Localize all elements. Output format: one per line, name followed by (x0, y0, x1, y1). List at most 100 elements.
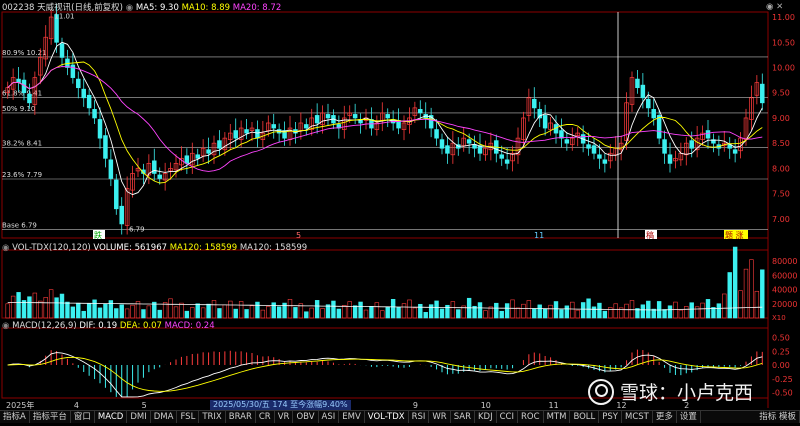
tab-6[interactable]: FSL (177, 411, 200, 423)
volume-bar (43, 297, 48, 319)
stock-chart[interactable]: 7.00 7.50 8.00 8.50 9.00 9.50 10.00 10.50 11.00 8… (0, 0, 800, 422)
candle-body (472, 144, 477, 149)
price-tick: 9.00 (772, 114, 790, 123)
volume-bar (477, 302, 483, 319)
price-tick: 10.00 (772, 64, 795, 73)
volume-bar (418, 303, 423, 319)
volume-bar (722, 293, 727, 319)
vol-tick: 60000 (772, 271, 797, 280)
volume-bar (694, 306, 700, 319)
candle-body (504, 159, 510, 164)
vol-tick: 80000 (772, 257, 797, 266)
volume-bar (276, 306, 282, 319)
volume-bar (287, 299, 293, 319)
candle-body (662, 139, 667, 154)
volume-bar (217, 308, 222, 319)
tab-14[interactable]: VOL-TDX (365, 411, 409, 423)
tab-4[interactable]: DMI (127, 411, 151, 423)
tab-26[interactable]: 设置 (677, 411, 701, 423)
candle-body (591, 145, 597, 154)
volume-bar (488, 306, 494, 319)
settings-icon[interactable]: ◉ (766, 2, 773, 12)
tab-18[interactable]: KDJ (475, 411, 497, 423)
candle-body (434, 129, 439, 139)
volume-bar (629, 300, 635, 319)
volume-bar (380, 310, 385, 319)
volume-bar (754, 290, 760, 319)
volume-bar (114, 308, 119, 319)
tab-10[interactable]: VR (275, 411, 294, 423)
volume-bar (86, 303, 92, 319)
tab-3[interactable]: MACD (95, 411, 128, 423)
tab-17[interactable]: SAR (451, 411, 475, 423)
volume-bar (16, 292, 21, 319)
x-axis-label: 5 (142, 401, 147, 410)
tab-16[interactable]: WR (429, 411, 451, 423)
tab-8[interactable]: BRAR (226, 411, 256, 423)
volume-bar (342, 305, 347, 319)
volume-bar (38, 300, 43, 319)
macd-tick: -0.50 (772, 389, 793, 398)
volume-bar (553, 301, 559, 319)
volume-bar (314, 300, 320, 319)
volume-bar (10, 295, 16, 319)
template-button[interactable]: 指标 模板 (756, 411, 800, 423)
volume-bar (711, 307, 716, 319)
volume-bar (586, 298, 591, 319)
tab-1[interactable]: 指标平台 (30, 411, 71, 423)
tab-9[interactable]: CR (256, 411, 275, 423)
vol-ma120-a: MA120: 158599 (169, 243, 238, 253)
volume-bar (244, 309, 249, 319)
candle-body (157, 174, 162, 179)
volume-bar (103, 303, 108, 319)
volume-bar (450, 301, 456, 319)
candle-body (108, 159, 114, 179)
macd-tick: -0.25 (772, 375, 793, 384)
tab-5[interactable]: DMA (151, 411, 178, 423)
tab-11[interactable]: OBV (293, 411, 319, 423)
tab-7[interactable]: TRIX (199, 411, 226, 423)
candle-body (635, 78, 640, 89)
candle-body (76, 78, 81, 89)
tab-15[interactable]: RSI (409, 411, 430, 423)
x-axis-label: 2025年 (6, 400, 34, 410)
tab-25[interactable]: 更多 (653, 411, 677, 423)
fib-label: 23.6% 7.79 (2, 171, 42, 179)
tab-24[interactable]: MCST (622, 411, 653, 423)
candle-body (385, 114, 390, 119)
tab-21[interactable]: MTM (544, 411, 571, 423)
candle-body (352, 114, 358, 119)
tab-12[interactable]: ASI (319, 411, 340, 423)
candle-body (325, 114, 331, 119)
candle-body (97, 119, 103, 139)
vol-unit: X10 (772, 314, 786, 322)
vol-value: VOLUME: 561967 (93, 243, 168, 253)
volume-bar (651, 308, 656, 319)
price-header: 002238 天威视讯(日线,前复权) ◉ MA5: 9.30 MA10: 8.… (2, 3, 282, 13)
volume-bar (336, 308, 342, 319)
volume-bar (673, 301, 678, 319)
volume-bar (624, 303, 629, 319)
volume-bar (249, 305, 255, 319)
tab-20[interactable]: ROC (518, 411, 544, 423)
volume-bar (575, 309, 580, 319)
tab-19[interactable]: CCI (497, 411, 519, 423)
vol-ma120-b: MA120: 158599 (239, 243, 308, 253)
ma5-line (7, 41, 763, 196)
window-controls[interactable]: ◉ ✕ (766, 2, 783, 12)
tab-0[interactable]: 指标A (0, 411, 30, 423)
event-marker: 11 (534, 231, 544, 240)
volume-bar (260, 309, 266, 319)
tab-13[interactable]: EMV (339, 411, 365, 423)
volume-bar (732, 246, 738, 319)
close-icon[interactable]: ✕ (776, 2, 783, 12)
tab-2[interactable]: 窗口 (71, 411, 95, 423)
volume-bar (162, 302, 168, 319)
tab-23[interactable]: PSY (599, 411, 622, 423)
volume-bar (390, 298, 396, 319)
volume-bar (233, 308, 238, 319)
candle-body (542, 115, 548, 129)
tab-22[interactable]: BOLL (570, 411, 600, 423)
volume-bar (396, 307, 401, 319)
price-tick: 8.00 (772, 164, 790, 173)
